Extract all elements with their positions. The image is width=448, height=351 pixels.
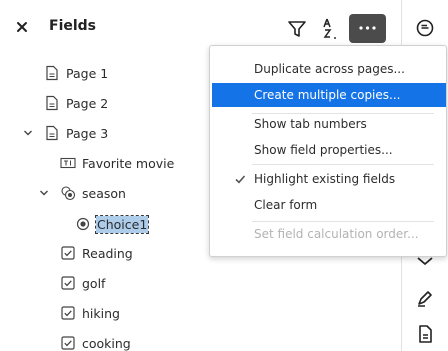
sort-az-icon[interactable] bbox=[318, 16, 342, 40]
more-horizontal-icon bbox=[359, 26, 376, 30]
tree-item-label: Page 3 bbox=[66, 125, 109, 141]
tree-item-reading[interactable]: Reading bbox=[60, 241, 133, 265]
menu-item-show-field-properties[interactable]: Show field properties... bbox=[212, 138, 446, 162]
panel-title: Fields bbox=[49, 18, 97, 34]
menu-item-show-tab-numbers[interactable]: Show tab numbers bbox=[212, 112, 446, 136]
tree-item-page-1[interactable]: Page 1 bbox=[44, 61, 108, 85]
tree-item-cooking[interactable]: cooking bbox=[60, 331, 131, 351]
menu-separator bbox=[252, 164, 434, 165]
page-icon bbox=[46, 95, 58, 111]
menu-item-highlight-existing-fields[interactable]: Highlight existing fields bbox=[212, 167, 446, 191]
sign-icon[interactable] bbox=[415, 288, 435, 308]
tree-item-season[interactable]: season bbox=[38, 181, 126, 205]
page-icon bbox=[46, 125, 58, 141]
text-field-icon bbox=[60, 157, 76, 169]
checkbox-icon bbox=[61, 276, 75, 290]
tree-item-page-3[interactable]: Page 3 bbox=[22, 121, 108, 145]
checkbox-icon bbox=[61, 336, 75, 350]
tree-item-label: Page 1 bbox=[66, 65, 109, 81]
page-icon bbox=[46, 65, 58, 81]
tree-item-page-2[interactable]: Page 2 bbox=[44, 91, 108, 115]
menu-item-label: Highlight existing fields bbox=[254, 172, 396, 186]
menu-item-create-multiple-copies[interactable]: Create multiple copies... bbox=[212, 83, 446, 107]
close-icon[interactable] bbox=[13, 18, 31, 36]
tree-item-label: golf bbox=[82, 275, 106, 291]
comment-icon[interactable] bbox=[415, 18, 435, 38]
menu-item-set-field-calculation-order: Set field calculation order... bbox=[254, 227, 419, 241]
menu-item-clear-form[interactable]: Clear form bbox=[212, 193, 446, 217]
tree-item-label: Favorite movie bbox=[82, 155, 175, 171]
checkbox-icon bbox=[61, 246, 75, 260]
tree-item-label: Reading bbox=[82, 245, 133, 261]
tree-item-choice1[interactable]: Choice1 bbox=[76, 212, 150, 236]
tree-item-label: Page 2 bbox=[66, 95, 109, 111]
tree-item-golf[interactable]: golf bbox=[60, 271, 105, 295]
radio-button-icon bbox=[76, 217, 90, 231]
tree-item-hiking[interactable]: hiking bbox=[60, 301, 120, 325]
checkmark-icon bbox=[235, 175, 246, 184]
radio-group-icon bbox=[61, 186, 76, 201]
tree-item-favorite-movie[interactable]: Favorite movie bbox=[60, 151, 174, 175]
document-icon[interactable] bbox=[415, 324, 435, 344]
more-options-button[interactable] bbox=[349, 14, 386, 43]
chevron-down-icon[interactable] bbox=[22, 127, 34, 139]
tree-item-label: hiking bbox=[82, 305, 120, 321]
menu-item-duplicate-across-pages[interactable]: Duplicate across pages... bbox=[212, 57, 446, 81]
tree-item-label: season bbox=[82, 185, 126, 201]
tree-item-label: cooking bbox=[82, 335, 131, 351]
more-options-menu: Duplicate across pages... Create multipl… bbox=[209, 45, 447, 257]
chevron-down-icon[interactable] bbox=[38, 187, 50, 199]
checkbox-icon bbox=[61, 306, 75, 320]
filter-icon[interactable] bbox=[285, 17, 309, 41]
tree-item-label: Choice1 bbox=[94, 214, 150, 234]
